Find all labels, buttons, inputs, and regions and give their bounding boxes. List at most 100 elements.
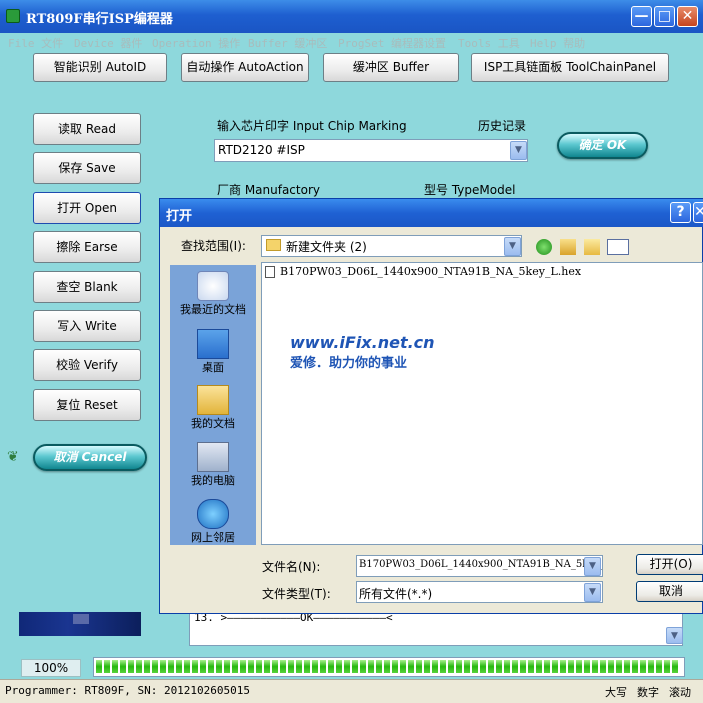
minimize-button[interactable]: — [631,6,652,27]
progress-segment [160,660,166,673]
ok-button[interactable]: 确定 OK [557,132,648,159]
save-button[interactable]: 保存 Save [33,152,141,184]
status-num: 数字 [637,686,659,699]
lookin-label: 查找范围(I): [181,239,246,253]
progress-segment [168,660,174,673]
chevron-down-icon[interactable]: ▼ [584,583,601,602]
toolchainpanel-button[interactable]: ISP工具链面板 ToolChainPanel [471,53,669,82]
lookin-value: 新建文件夹 (2) [286,240,367,254]
up-folder-icon[interactable] [560,239,576,255]
progress-segment [624,660,630,673]
log-area[interactable]: 13. >———————————OK———————————< ▼ [189,611,683,646]
progress-segment [152,660,158,673]
chip-preview-image [19,612,141,636]
menu-help[interactable]: Help 帮助 [530,35,585,51]
file-item[interactable]: B170PW03_D06L_1440x900_NTA91B_NA_5key_L.… [280,265,581,278]
progress-segment [616,660,622,673]
folder-icon [266,239,281,251]
maximize-button[interactable]: □ [654,6,675,27]
autoid-button[interactable]: 智能识别 AutoID [33,53,167,82]
new-folder-icon[interactable] [584,239,600,255]
progress-segment [312,660,318,673]
chip-marking-label: 输入芯片印字 Input Chip Marking [217,119,407,133]
dialog-close-button[interactable]: ✕ [693,202,703,223]
watermark-slogan: 爱修．助力你的事业 [290,356,408,371]
chip-marking-input[interactable]: RTD2120 #ISP ▼ [214,139,528,162]
chip-marking-value: RTD2120 #ISP [218,143,305,157]
chevron-down-icon[interactable]: ▼ [510,141,527,160]
place-mydocs[interactable]: 我的文档 [170,385,256,431]
read-button[interactable]: 读取 Read [33,113,141,145]
progress-segment [568,660,574,673]
autoaction-button[interactable]: 自动操作 AutoAction [181,53,309,82]
menu-progset[interactable]: ProgSet 编程器设置 [338,35,446,51]
place-desktop[interactable]: 桌面 [170,329,256,375]
chevron-down-icon[interactable]: ▼ [504,237,521,256]
progress-segment [360,660,366,673]
place-network[interactable]: 网上邻居 [170,499,256,545]
erase-button[interactable]: 擦除 Earse [33,231,141,263]
menu-buffer[interactable]: Buffer 缓冲区 [248,35,327,51]
app-icon [6,9,20,23]
progress-segment [520,660,526,673]
my-computer-icon [197,442,229,472]
progress-segment [368,660,374,673]
menu-device[interactable]: Device 器件 [74,35,142,51]
scroll-down-icon[interactable]: ▼ [666,627,683,644]
dialog-cancel-button[interactable]: 取消 [636,581,703,602]
progress-segment [128,660,134,673]
progress-segment [592,660,598,673]
place-recent[interactable]: 我最近的文档 [170,271,256,317]
reset-button[interactable]: 复位 Reset [33,389,141,421]
progress-segment [216,660,222,673]
filename-input[interactable]: B170PW03_D06L_1440x900_NTA91B_NA_5key_ ▼ [356,555,603,577]
progress-segment [104,660,110,673]
lookin-combo[interactable]: 新建文件夹 (2) ▼ [261,235,522,257]
place-label: 网上邻居 [191,531,235,544]
open-button[interactable]: 打开 Open [33,192,141,224]
progress-segment [112,660,118,673]
place-mycomputer[interactable]: 我的电脑 [170,442,256,488]
view-menu-icon[interactable] [607,239,629,255]
buffer-button[interactable]: 缓冲区 Buffer [323,53,459,82]
progress-segment [504,660,510,673]
file-list[interactable]: B170PW03_D06L_1440x900_NTA91B_NA_5key_L.… [261,262,703,545]
filetype-label: 文件类型(T): [262,587,331,601]
progress-segment [224,660,230,673]
dialog-help-button[interactable]: ? [670,202,691,223]
progress-segment [296,660,302,673]
dialog-open-button[interactable]: 打开(O) [636,554,703,575]
chevron-down-icon[interactable]: ▼ [584,557,601,576]
progress-segment [144,660,150,673]
verify-button[interactable]: 校验 Verify [33,349,141,381]
progress-segment [512,660,518,673]
progress-segment [232,660,238,673]
progress-segment [536,660,542,673]
progress-segment [432,660,438,673]
progress-segment [120,660,126,673]
progress-segment [560,660,566,673]
progress-segment [408,660,414,673]
back-icon[interactable] [536,239,552,255]
progress-segment [480,660,486,673]
write-button[interactable]: 写入 Write [33,310,141,342]
progress-segment [656,660,662,673]
dialog-titlebar[interactable] [160,199,703,227]
cancel-button[interactable]: 取消 Cancel [33,444,147,471]
progress-segment [664,660,670,673]
menu-file[interactable]: File 文件 [8,35,63,51]
blank-button[interactable]: 查空 Blank [33,271,141,303]
close-button[interactable]: ✕ [677,6,698,27]
progress-segment [632,660,638,673]
progress-segment [584,660,590,673]
filetype-combo[interactable]: 所有文件(*.*) ▼ [356,581,603,603]
menu-tools[interactable]: Tools 工具 [458,35,520,51]
status-caps: 大写 [605,686,627,699]
menu-operation[interactable]: Operation 操作 [152,35,240,51]
progress-segment [576,660,582,673]
progress-segment [304,660,310,673]
progress-segment [256,660,262,673]
progress-segment [648,660,654,673]
window-title: RT809F串行ISP编程器 [26,12,173,27]
progress-segment [440,660,446,673]
